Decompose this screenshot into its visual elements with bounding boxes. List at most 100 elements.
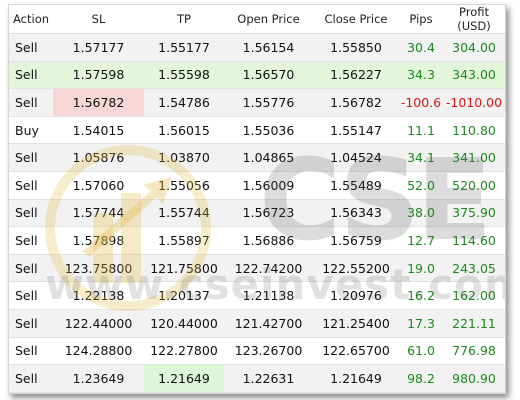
cell-tp: 1.56015 — [144, 116, 224, 145]
cell-pips: 11.1 — [399, 116, 443, 145]
cell-pips: 16.2 — [399, 281, 443, 310]
cell-action: Sell — [9, 226, 53, 255]
cell-pips: 52.0 — [399, 171, 443, 200]
cell-pips: 17.3 — [399, 309, 443, 338]
cell-action: Sell — [9, 33, 53, 62]
cell-close-price: 1.04524 — [313, 143, 399, 172]
cell-profit: 375.90 — [443, 199, 505, 228]
cell-open-price: 1.22631 — [224, 364, 313, 393]
cell-action: Sell — [9, 88, 53, 117]
cell-action: Sell — [9, 281, 53, 310]
cell-open-price: 1.56154 — [224, 33, 313, 62]
cell-open-price: 121.42700 — [224, 309, 313, 338]
cell-profit: 980.90 — [443, 364, 505, 393]
table-row[interactable]: Sell 1.57598 1.55598 1.56570 1.56227 34.3 343.… — [9, 61, 505, 90]
table-row[interactable]: Sell 1.23649 1.21649 1.22631 1.21649 98.2 980.… — [9, 364, 505, 393]
table-row[interactable]: Sell 1.57898 1.55897 1.56886 1.56759 12.7 114.… — [9, 226, 505, 255]
cell-tp: 1.20137 — [144, 281, 224, 310]
cell-close-price: 1.21649 — [313, 364, 399, 393]
cell-open-price: 1.55036 — [224, 116, 313, 145]
cell-tp: 1.55177 — [144, 33, 224, 62]
cell-profit: -1010.00 — [443, 88, 505, 117]
table-row[interactable]: Sell 1.57177 1.55177 1.56154 1.55850 30.4 304.… — [9, 33, 505, 62]
cell-sl: 1.54015 — [53, 116, 144, 145]
cell-pips: 61.0 — [399, 337, 443, 366]
cell-close-price: 122.65700 — [313, 337, 399, 366]
cell-profit: 221.11 — [443, 309, 505, 338]
cell-pips: 12.7 — [399, 226, 443, 255]
cell-open-price: 122.74200 — [224, 254, 313, 283]
cell-sl: 1.05876 — [53, 143, 144, 172]
table-row[interactable]: Buy 1.54015 1.56015 1.55036 1.55147 11.1 110.8… — [9, 116, 505, 145]
cell-sl: 1.23649 — [53, 364, 144, 393]
cell-open-price: 1.55776 — [224, 88, 313, 117]
cell-profit: 343.00 — [443, 61, 505, 90]
cell-profit: 110.80 — [443, 116, 505, 145]
cell-close-price: 122.55200 — [313, 254, 399, 283]
cell-action: Sell — [9, 254, 53, 283]
cell-sl: 122.44000 — [53, 309, 144, 338]
trade-history-table: Action SL TP Open Price Close Price Pips… — [9, 5, 505, 393]
cell-sl: 1.56782 — [53, 88, 144, 117]
cell-open-price: 1.56723 — [224, 199, 313, 228]
cell-action: Buy — [9, 116, 53, 145]
col-header-sl: SL — [53, 5, 144, 34]
cell-tp: 121.75800 — [144, 254, 224, 283]
cell-action: Sell — [9, 171, 53, 200]
cell-action: Sell — [9, 199, 53, 228]
cell-tp: 1.54786 — [144, 88, 224, 117]
table-row[interactable]: Sell 122.44000 120.44000 121.42700 121.25400… — [9, 309, 505, 338]
cell-tp: 1.55598 — [144, 61, 224, 90]
table-row[interactable]: Sell 1.56782 1.54786 1.55776 1.56782 -100.6 -1… — [9, 88, 505, 117]
cell-profit: 341.00 — [443, 143, 505, 172]
cell-pips: 34.1 — [399, 143, 443, 172]
cell-open-price: 1.04865 — [224, 143, 313, 172]
cell-profit: 520.00 — [443, 171, 505, 200]
cell-sl: 1.22138 — [53, 281, 144, 310]
cell-pips: -100.6 — [399, 88, 443, 117]
cell-open-price: 1.56009 — [224, 171, 313, 200]
cell-profit: 776.98 — [443, 337, 505, 366]
cell-tp: 1.55056 — [144, 171, 224, 200]
cell-tp: 1.55897 — [144, 226, 224, 255]
cell-profit: 162.00 — [443, 281, 505, 310]
cell-tp: 1.55744 — [144, 199, 224, 228]
cell-tp: 1.03870 — [144, 143, 224, 172]
cell-close-price: 1.55850 — [313, 33, 399, 62]
cell-close-price: 121.25400 — [313, 309, 399, 338]
table-header-row: Action SL TP Open Price Close Price Pips… — [9, 5, 505, 34]
cell-sl: 1.57177 — [53, 33, 144, 62]
table-row[interactable]: Sell 1.57060 1.55056 1.56009 1.55489 52.0 520.… — [9, 171, 505, 200]
table-row[interactable]: Sell 1.22138 1.20137 1.21138 1.20976 16.2 162.… — [9, 281, 505, 310]
cell-sl: 123.75800 — [53, 254, 144, 283]
cell-close-price: 1.56343 — [313, 199, 399, 228]
cell-profit: 243.05 — [443, 254, 505, 283]
table-row[interactable]: Sell 123.75800 121.75800 122.74200 122.55200… — [9, 254, 505, 283]
cell-tp: 1.21649 — [144, 364, 224, 393]
table-row[interactable]: Sell 124.28800 122.27800 123.26700 122.65700… — [9, 337, 505, 366]
cell-sl: 124.28800 — [53, 337, 144, 366]
col-header-action: Action — [9, 5, 53, 34]
cell-close-price: 1.20976 — [313, 281, 399, 310]
col-header-tp: TP — [144, 5, 224, 34]
col-header-pips: Pips — [399, 5, 443, 34]
cell-pips: 98.2 — [399, 364, 443, 393]
cell-profit: 304.00 — [443, 33, 505, 62]
col-header-open-price: Open Price — [224, 5, 313, 34]
cell-pips: 30.4 — [399, 33, 443, 62]
cell-pips: 38.0 — [399, 199, 443, 228]
cell-pips: 19.0 — [399, 254, 443, 283]
cell-close-price: 1.56782 — [313, 88, 399, 117]
table-row[interactable]: Sell 1.57744 1.55744 1.56723 1.56343 38.0 375.… — [9, 199, 505, 228]
trade-history-panel: Action SL TP Open Price Close Price Pips… — [8, 4, 506, 394]
table-row[interactable]: Sell 1.05876 1.03870 1.04865 1.04524 34.1 341.… — [9, 143, 505, 172]
cell-action: Sell — [9, 61, 53, 90]
cell-action: Sell — [9, 337, 53, 366]
cell-close-price: 1.55147 — [313, 116, 399, 145]
cell-tp: 120.44000 — [144, 309, 224, 338]
col-header-profit: Profit (USD) — [443, 5, 505, 34]
cell-open-price: 1.56886 — [224, 226, 313, 255]
col-header-close-price: Close Price — [313, 5, 399, 34]
cell-sl: 1.57898 — [53, 226, 144, 255]
cell-close-price: 1.56759 — [313, 226, 399, 255]
